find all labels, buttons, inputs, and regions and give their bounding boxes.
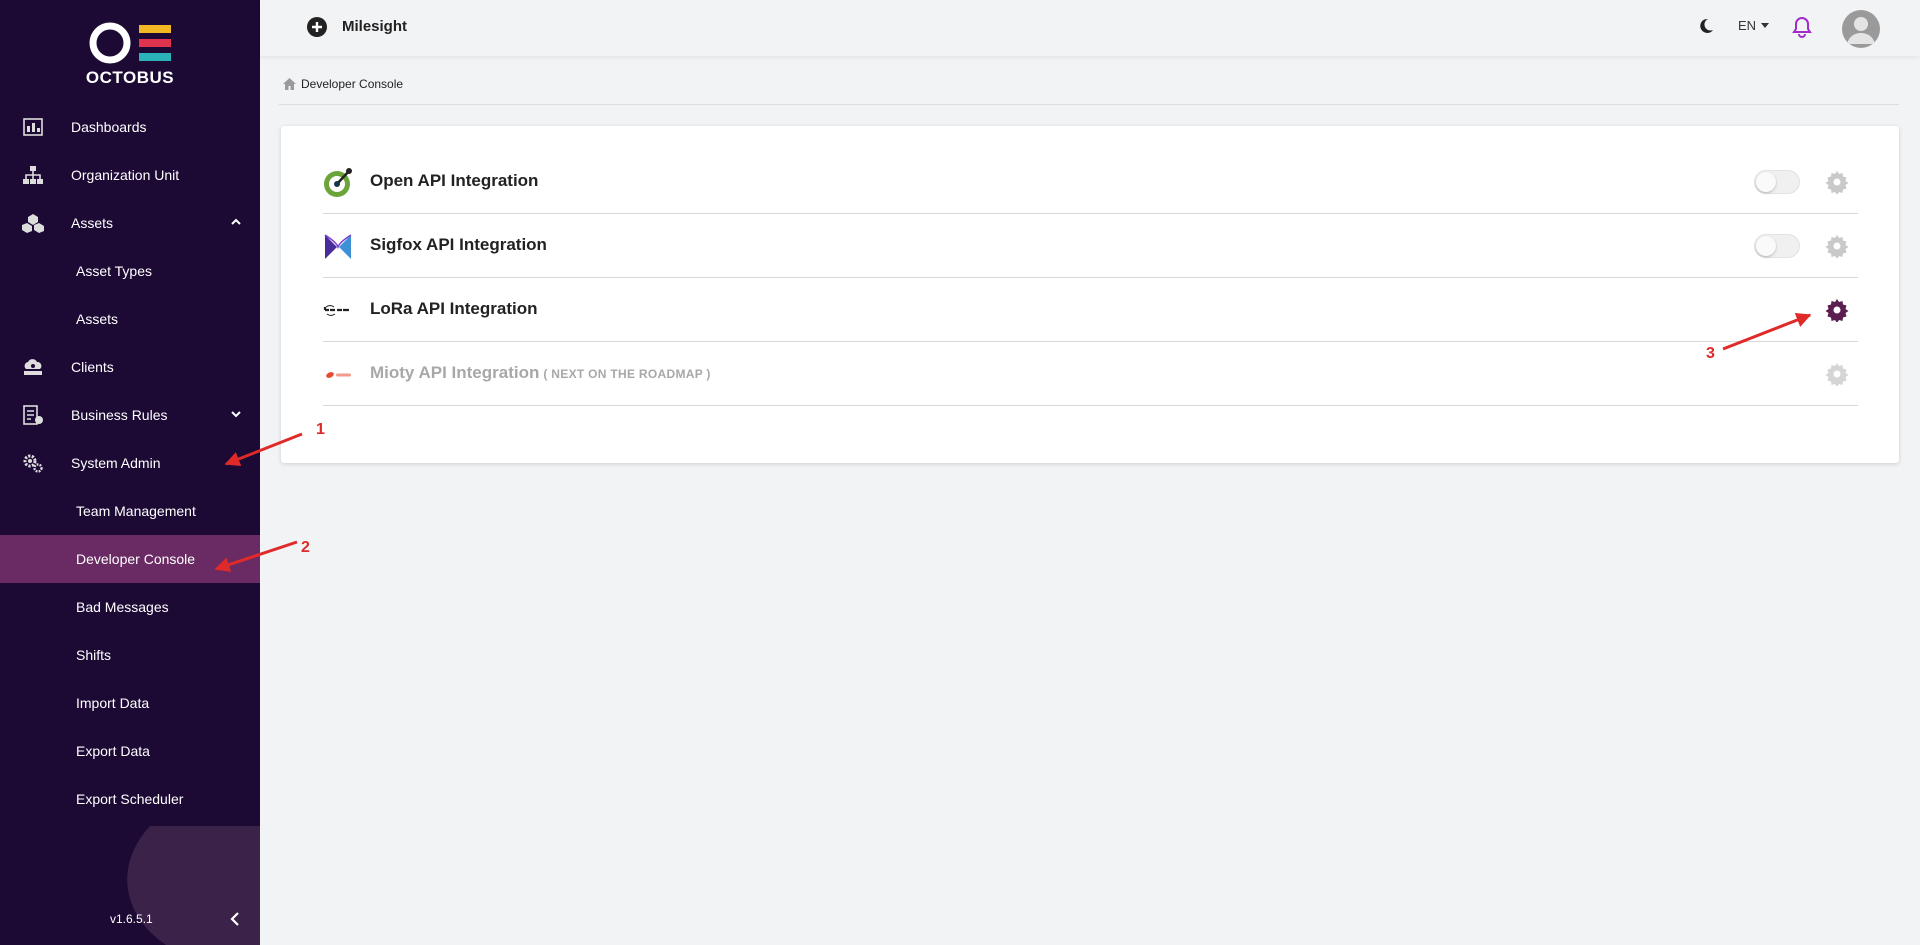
language-selector[interactable]: EN: [1738, 18, 1756, 33]
sidebar-item-team-management[interactable]: Team Management: [0, 487, 260, 535]
sidebar-item-export-data[interactable]: Export Data: [0, 727, 260, 775]
breadcrumb: Developer Console: [283, 77, 403, 91]
sidebar-item-label: Business Rules: [71, 407, 168, 423]
sidebar-item-bad-messages[interactable]: Bad Messages: [0, 583, 260, 631]
sidebar: OCTOBUS Dashboards Organization Unit Ass…: [0, 0, 260, 945]
annotation-number-2: 2: [301, 539, 310, 556]
sidebar-item-shifts[interactable]: Shifts: [0, 631, 260, 679]
sidebar-nav: Dashboards Organization Unit Assets Asse…: [0, 103, 260, 823]
sidebar-item-import-data[interactable]: Import Data: [0, 679, 260, 727]
sidebar-item-label: Assets: [71, 215, 114, 231]
sidebar-item-label: Bad Messages: [76, 599, 169, 615]
sigfox-api-toggle[interactable]: [1754, 234, 1800, 258]
integrations-card: Open API Integration Sigfox API Integrat…: [281, 126, 1899, 463]
integration-row-open-api: Open API Integration: [323, 150, 1858, 214]
integration-row-mioty-api: Mioty API Integration( NEXT ON THE ROADM…: [323, 342, 1858, 406]
sidebar-item-label: Clients: [71, 359, 114, 375]
sidebar-decoration: [127, 826, 260, 945]
integration-title: Mioty API Integration( NEXT ON THE ROADM…: [370, 363, 711, 383]
sigfox-logo-icon: [324, 234, 352, 259]
sidebar-item-label: Export Data: [76, 743, 150, 759]
sidebar-item-label: Organization Unit: [71, 167, 180, 183]
sidebar-item-asset-types[interactable]: Asset Types: [0, 247, 260, 295]
plus-circle-icon[interactable]: [307, 17, 327, 37]
caret-down-icon: [1761, 23, 1769, 28]
roadmap-note: ( NEXT ON THE ROADMAP ): [543, 367, 711, 381]
sidebar-item-business-rules[interactable]: Business Rules: [0, 391, 260, 439]
sidebar-item-system-admin[interactable]: System Admin: [0, 439, 260, 487]
cubes-icon: [22, 214, 44, 233]
org-tree-icon: [23, 166, 43, 184]
sidebar-item-assets[interactable]: Assets: [0, 199, 260, 247]
openapi-logo-icon: [324, 168, 352, 197]
sidebar-item-clients[interactable]: Clients: [0, 343, 260, 391]
sidebar-item-label: Developer Console: [76, 551, 196, 567]
sidebar-item-developer-console[interactable]: Developer Console: [0, 535, 260, 583]
notification-bell-icon[interactable]: [1792, 16, 1812, 38]
sidebar-item-export-scheduler[interactable]: Export Scheduler: [0, 775, 260, 823]
rules-icon: [23, 405, 43, 425]
top-header: Milesight EN: [260, 0, 1920, 56]
integration-row-lora-api: LoRa API Integration: [323, 278, 1858, 342]
sidebar-item-organization-unit[interactable]: Organization Unit: [0, 151, 260, 199]
gears-icon: [23, 454, 43, 473]
sidebar-item-label: Shifts: [76, 647, 112, 663]
sidebar-item-label: Asset Types: [76, 263, 153, 279]
dark-mode-moon-icon[interactable]: [1698, 18, 1714, 34]
user-icon: [1847, 17, 1875, 44]
integration-title: LoRa API Integration: [370, 299, 538, 318]
chevron-down-icon: [231, 411, 241, 418]
sidebar-item-dashboards[interactable]: Dashboards: [0, 103, 260, 151]
sidebar-item-label: Dashboards: [71, 119, 147, 135]
tenant-name[interactable]: Milesight: [342, 18, 407, 35]
lora-logo-icon: [323, 305, 349, 316]
sidebar-item-assets-list[interactable]: Assets: [0, 295, 260, 343]
dashboard-icon: [23, 118, 43, 136]
home-icon[interactable]: [283, 78, 296, 90]
breadcrumb-current: Developer Console: [301, 77, 404, 91]
octobus-logo-icon: [89, 22, 171, 64]
octobus-logo[interactable]: OCTOBUS: [0, 18, 260, 88]
breadcrumb-divider: [279, 104, 1899, 105]
mioty-api-settings-gear-icon: [1825, 363, 1849, 386]
collapse-sidebar-icon[interactable]: [228, 911, 242, 927]
brand-name: OCTOBUS: [85, 68, 175, 87]
mioty-logo-icon: [326, 372, 351, 378]
integration-title: Sigfox API Integration: [370, 235, 547, 254]
integration-row-sigfox-api: Sigfox API Integration: [323, 214, 1858, 278]
sidebar-item-label: Assets: [76, 311, 119, 327]
cloud-user-icon: [24, 359, 42, 375]
annotation-number-3: 3: [1706, 345, 1715, 362]
app-version: v1.6.5.1: [110, 912, 153, 926]
integration-title: Open API Integration: [370, 171, 539, 190]
open-api-settings-gear-icon[interactable]: [1825, 170, 1849, 194]
chevron-up-icon: [231, 218, 241, 225]
sidebar-item-label: Team Management: [76, 503, 196, 519]
integration-title-text: Mioty API Integration: [370, 363, 540, 382]
sidebar-item-label: Import Data: [76, 695, 150, 711]
sigfox-api-settings-gear-icon[interactable]: [1825, 234, 1849, 258]
lora-api-settings-gear-icon[interactable]: [1825, 298, 1849, 322]
open-api-toggle[interactable]: [1754, 170, 1800, 194]
sidebar-item-label: Export Scheduler: [76, 791, 184, 807]
sidebar-item-label: System Admin: [71, 455, 161, 471]
user-avatar[interactable]: [1842, 10, 1880, 48]
annotation-number-1: 1: [316, 421, 325, 438]
